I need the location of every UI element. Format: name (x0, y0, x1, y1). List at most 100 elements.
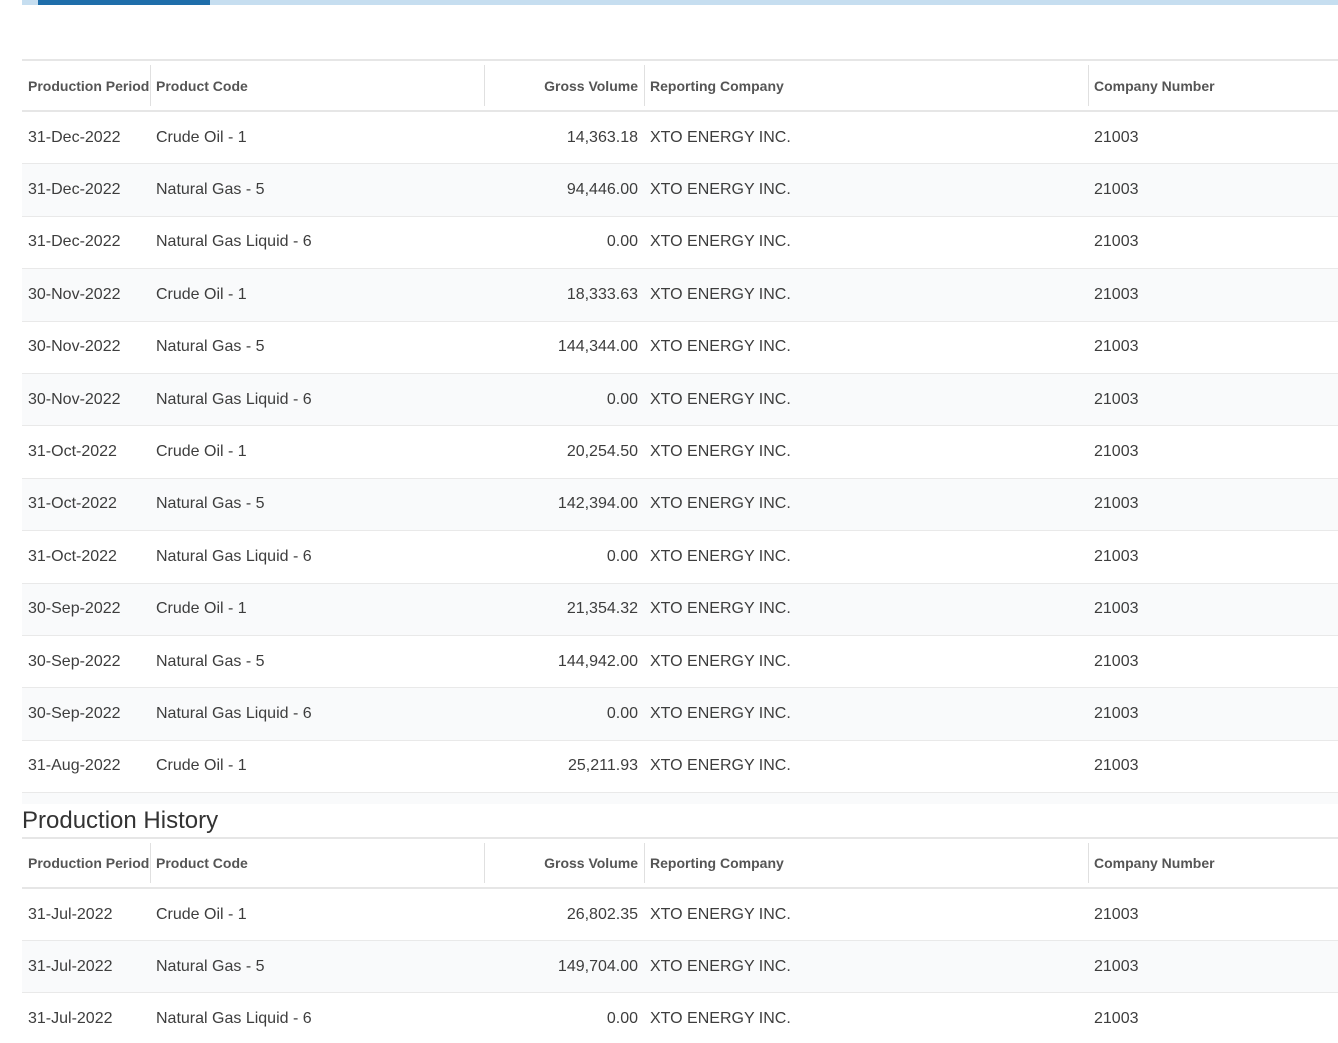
table-row[interactable]: 31-Dec-2022 Natural Gas - 5 94,446.00 XTO E… (22, 164, 1338, 217)
cell-product-code: Natural Gas - 5 (156, 652, 265, 670)
cell-product-code: Natural Gas - 5 (156, 181, 265, 199)
column-header-gross-volume[interactable]: Gross Volume (484, 839, 644, 887)
cell-reporting-company: XTO ENERGY INC. (650, 547, 791, 565)
column-header-gross-volume[interactable]: Gross Volume (484, 61, 644, 110)
cell-gross-volume: 14,363.18 (566, 128, 638, 146)
cell-production-period: 31-Oct-2022 (28, 443, 117, 461)
cell-reporting-company: XTO ENERGY INC. (650, 957, 791, 975)
cell-reporting-company: XTO ENERGY INC. (650, 390, 791, 408)
cell-gross-volume: 0.00 (606, 704, 638, 722)
cell-gross-volume: 94,446.00 (566, 181, 638, 199)
cell-production-period: 31-Aug-2022 (28, 757, 121, 775)
cell-product-code: Natural Gas Liquid - 6 (156, 390, 312, 408)
cell-production-period: 30-Sep-2022 (28, 704, 121, 722)
table-row[interactable]: 30-Nov-2022 Natural Gas - 5 144,344.00 XTO … (22, 322, 1338, 374)
cell-gross-volume: 149,704.00 (557, 957, 638, 975)
cell-reporting-company: XTO ENERGY INC. (650, 495, 791, 513)
production-grid: Production Period Product Code Gross Vol… (22, 59, 1338, 805)
tab-active-indicator[interactable] (38, 0, 210, 5)
grid-header: Production Period Product Code Gross Vol… (22, 61, 1338, 112)
cell-reporting-company: XTO ENERGY INC. (650, 652, 791, 670)
column-header-reporting-company[interactable]: Reporting Company (644, 839, 1088, 887)
section-title: Production History (22, 804, 1338, 837)
cell-company-number: 21003 (1094, 704, 1139, 722)
cell-company-number: 21003 (1094, 547, 1139, 565)
cell-production-period: 31-Dec-2022 (28, 128, 121, 146)
column-header-company-number[interactable]: Company Number (1088, 61, 1338, 110)
cell-gross-volume: 0.00 (606, 233, 638, 251)
cell-product-code: Crude Oil - 1 (156, 443, 247, 461)
cell-company-number: 21003 (1094, 338, 1139, 356)
grid-header: Production Period Product Code Gross Vol… (22, 839, 1338, 889)
cell-gross-volume: 0.00 (606, 1009, 638, 1027)
table-row[interactable]: 31-Oct-2022 Crude Oil - 1 20,254.50 XTO ENE… (22, 426, 1338, 479)
cell-production-period: 30-Sep-2022 (28, 652, 121, 670)
cell-production-period: 30-Nov-2022 (28, 285, 121, 303)
cell-gross-volume: 21,354.32 (566, 600, 638, 618)
grid-body: 31-Jul-2022 Crude Oil - 1 26,802.35 XTO ENE… (22, 889, 1338, 1039)
cell-product-code: Crude Oil - 1 (156, 285, 247, 303)
cell-gross-volume: 144,344.00 (557, 338, 638, 356)
cell-company-number: 21003 (1094, 285, 1139, 303)
column-header-product-code[interactable]: Product Code (150, 839, 484, 887)
table-row[interactable]: 30-Sep-2022 Natural Gas - 5 144,942.00 XTO … (22, 636, 1338, 689)
cell-company-number: 21003 (1094, 957, 1139, 975)
cell-product-code: Natural Gas Liquid - 6 (156, 1009, 312, 1027)
cell-production-period: 31-Jul-2022 (28, 1009, 113, 1027)
cell-reporting-company: XTO ENERGY INC. (650, 757, 791, 775)
table-row[interactable]: 31-Oct-2022 Natural Gas - 5 142,394.00 XTO … (22, 478, 1338, 532)
cell-reporting-company: XTO ENERGY INC. (650, 181, 791, 199)
cell-company-number: 21003 (1094, 905, 1139, 923)
column-header-reporting-company[interactable]: Reporting Company (644, 61, 1088, 110)
cell-product-code: Crude Oil - 1 (156, 128, 247, 146)
cell-company-number: 21003 (1094, 600, 1139, 618)
cell-reporting-company: XTO ENERGY INC. (650, 285, 791, 303)
table-row[interactable]: 31-Jul-2022 Crude Oil - 1 26,802.35 XTO ENE… (22, 889, 1338, 941)
table-row[interactable]: 30-Sep-2022 Crude Oil - 1 21,354.32 XTO ENE… (22, 583, 1338, 636)
cell-product-code: Crude Oil - 1 (156, 757, 247, 775)
cell-reporting-company: XTO ENERGY INC. (650, 128, 791, 146)
column-header-company-number[interactable]: Company Number (1088, 839, 1338, 887)
cell-production-period: 30-Nov-2022 (28, 390, 121, 408)
cell-company-number: 21003 (1094, 443, 1139, 461)
table-row[interactable]: 31-Jul-2022 Natural Gas Liquid - 6 0.00 XTO… (22, 993, 1338, 1039)
tab-strip (22, 0, 1338, 5)
cell-product-code: Natural Gas Liquid - 6 (156, 547, 312, 565)
cell-company-number: 21003 (1094, 128, 1139, 146)
cell-production-period: 31-Jul-2022 (28, 905, 113, 923)
cell-gross-volume: 0.00 (606, 547, 638, 565)
column-header-production-period[interactable]: Production Period (22, 61, 150, 110)
cell-production-period: 30-Nov-2022 (28, 338, 121, 356)
table-row[interactable]: 30-Nov-2022 Natural Gas Liquid - 6 0.00 XTO… (22, 373, 1338, 427)
cell-reporting-company: XTO ENERGY INC. (650, 704, 791, 722)
table-row[interactable]: 31-Dec-2022 Crude Oil - 1 14,363.18 XTO ENE… (22, 112, 1338, 165)
cell-company-number: 21003 (1094, 1009, 1139, 1027)
cell-production-period: 31-Oct-2022 (28, 495, 117, 513)
table-row[interactable]: 30-Nov-2022 Crude Oil - 1 18,333.63 XTO ENE… (22, 269, 1338, 322)
cell-reporting-company: XTO ENERGY INC. (650, 905, 791, 923)
cell-gross-volume: 20,254.50 (566, 443, 638, 461)
table-row[interactable]: 31-Jul-2022 Natural Gas - 5 149,704.00 XTO … (22, 941, 1338, 993)
cell-reporting-company: XTO ENERGY INC. (650, 338, 791, 356)
cell-production-period: 30-Sep-2022 (28, 600, 121, 618)
table-row[interactable]: 31-Aug-2022 Crude Oil - 1 25,211.93 XTO ENE… (22, 741, 1338, 794)
cell-reporting-company: XTO ENERGY INC. (650, 1009, 791, 1027)
cell-product-code: Natural Gas - 5 (156, 338, 265, 356)
cell-company-number: 21003 (1094, 495, 1139, 513)
table-row[interactable]: 31-Dec-2022 Natural Gas Liquid - 6 0.00 XTO… (22, 217, 1338, 270)
column-header-production-period[interactable]: Production Period (22, 839, 150, 887)
cell-production-period: 31-Oct-2022 (28, 547, 117, 565)
cell-reporting-company: XTO ENERGY INC. (650, 600, 791, 618)
column-header-product-code[interactable]: Product Code (150, 61, 484, 110)
table-row[interactable]: 31-Oct-2022 Natural Gas Liquid - 6 0.00 XTO… (22, 531, 1338, 584)
cell-gross-volume: 26,802.35 (566, 905, 638, 923)
cell-gross-volume: 25,211.93 (568, 757, 638, 775)
table-row[interactable]: 30-Sep-2022 Natural Gas Liquid - 6 0.00 XTO… (22, 688, 1338, 741)
cell-company-number: 21003 (1094, 652, 1139, 670)
cell-reporting-company: XTO ENERGY INC. (650, 233, 791, 251)
cell-company-number: 21003 (1094, 233, 1139, 251)
cell-gross-volume: 0.00 (606, 390, 638, 408)
cell-product-code: Natural Gas Liquid - 6 (156, 233, 312, 251)
cell-gross-volume: 142,394.00 (557, 495, 638, 513)
cell-company-number: 21003 (1094, 181, 1139, 199)
